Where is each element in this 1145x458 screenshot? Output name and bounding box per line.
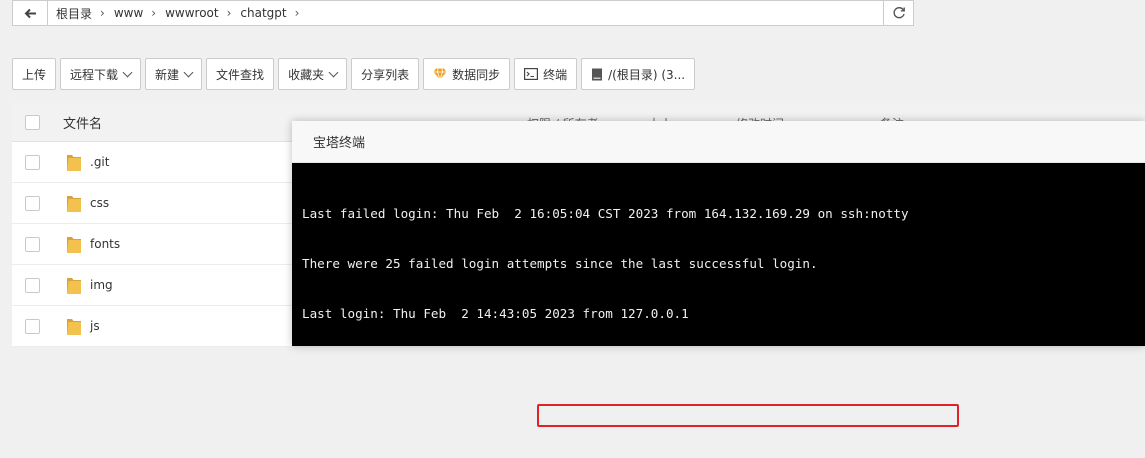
terminal-output[interactable]: Last failed login: Thu Feb 2 16:05:04 CS… [292, 163, 1145, 427]
favorites-button[interactable]: 收藏夹 [278, 58, 348, 90]
folder-icon [66, 152, 82, 175]
dialog-title[interactable]: 宝塔终端 [292, 121, 1145, 163]
breadcrumb-item[interactable]: 根目录 › [56, 5, 114, 22]
terminal-button[interactable]: 终端 [514, 58, 578, 90]
refresh-button[interactable] [884, 0, 914, 26]
terminal-line: There were 25 failed login attempts sinc… [302, 255, 818, 271]
disk-icon [591, 68, 603, 81]
disk-button[interactable]: /(根目录) (3... [581, 58, 696, 90]
row-checkbox[interactable] [25, 154, 40, 170]
chevron-right-icon: › [226, 6, 232, 20]
file-toolbar: 上传 远程下载 新建 文件查找 收藏夹 分享列表 数据同步 终端 /(根目录) … [12, 58, 696, 90]
terminal-icon [524, 68, 539, 80]
row-checkbox[interactable] [25, 195, 40, 211]
breadcrumb-item[interactable]: www › [114, 6, 165, 20]
folder-icon [66, 316, 82, 339]
chevron-right-icon: › [100, 6, 105, 20]
row-checkbox[interactable] [25, 236, 40, 252]
select-all-checkbox[interactable] [25, 114, 40, 130]
terminal-dialog: 宝塔终端 Last failed login: Thu Feb 2 16:05:… [292, 121, 1145, 427]
terminal-line: [root@VM-12-13-centos ~]# cd /www/wwwroo… [302, 356, 674, 372]
back-button[interactable] [12, 0, 48, 26]
row-checkbox[interactable] [25, 318, 40, 334]
folder-icon [66, 234, 82, 257]
chevron-down-icon [183, 67, 194, 78]
terminal-current-line: [root@VM-12-13-centos chatgpt]# git clone… [302, 404, 1145, 427]
folder-icon [66, 275, 82, 298]
file-name[interactable]: .git [90, 155, 109, 169]
file-name[interactable]: js [90, 319, 100, 333]
share-list-button[interactable]: 分享列表 [351, 58, 420, 90]
chevron-down-icon [328, 67, 339, 78]
terminal-line: Last login: Thu Feb 2 14:43:05 2023 from… [302, 306, 689, 322]
breadcrumb-item[interactable]: chatgpt › [240, 6, 308, 20]
diamond-icon [433, 68, 447, 80]
chevron-right-icon: › [294, 6, 300, 20]
chevron-down-icon [122, 67, 133, 78]
column-header-name[interactable]: 文件名 [63, 113, 102, 132]
file-name[interactable]: img [90, 278, 113, 292]
arrow-left-icon [24, 8, 36, 18]
file-name[interactable]: css [90, 196, 109, 210]
row-checkbox[interactable] [25, 277, 40, 293]
path-bar: 根目录 › www › wwwroot › chatgpt › [12, 0, 914, 26]
terminal-prompt: [root@VM-12-13-centos chatgpt]# [302, 407, 538, 423]
remote-download-button[interactable]: 远程下载 [60, 58, 142, 90]
file-name[interactable]: fonts [90, 237, 120, 251]
file-search-button[interactable]: 文件查找 [206, 58, 275, 90]
highlighted-command: git clone https://github.com/sbaliyun/ch… [537, 404, 960, 427]
breadcrumb[interactable]: 根目录 › www › wwwroot › chatgpt › [48, 0, 884, 26]
data-sync-button[interactable]: 数据同步 [423, 58, 511, 90]
terminal-line: Last failed login: Thu Feb 2 16:05:04 CS… [302, 205, 909, 221]
breadcrumb-item[interactable]: wwwroot › [165, 6, 240, 20]
upload-button[interactable]: 上传 [12, 58, 57, 90]
refresh-icon [892, 7, 905, 19]
folder-icon [66, 193, 82, 216]
new-button[interactable]: 新建 [145, 58, 203, 90]
chevron-right-icon: › [151, 6, 157, 20]
